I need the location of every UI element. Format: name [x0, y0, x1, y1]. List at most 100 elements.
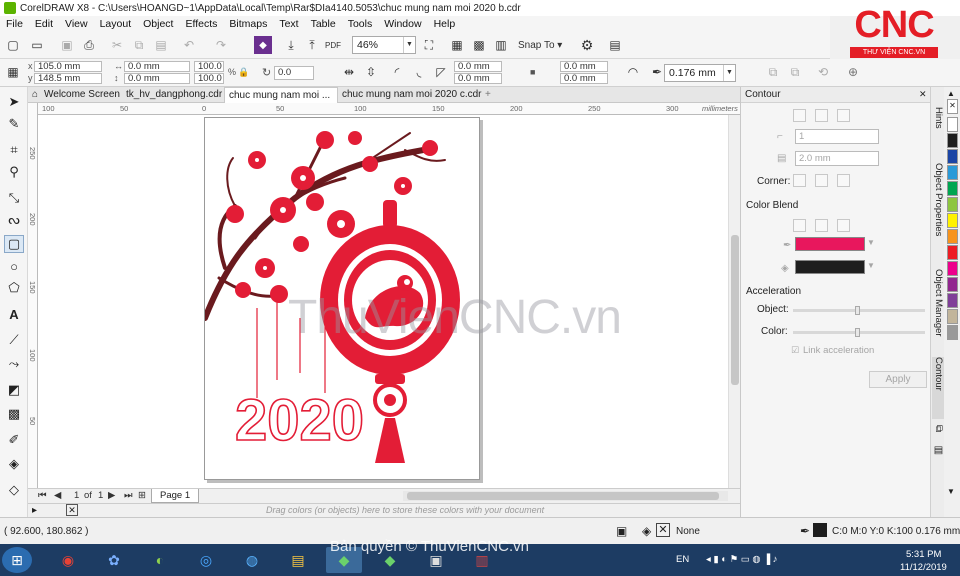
lock-ratio-icon[interactable]: 🔒: [238, 67, 249, 78]
redo-icon[interactable]: ↷: [212, 36, 230, 54]
undo-icon[interactable]: ↶: [180, 36, 198, 54]
palette-scroll-up-icon[interactable]: ▲: [947, 89, 955, 98]
copy-icon[interactable]: ⧉: [130, 36, 148, 54]
palette-swatch[interactable]: [947, 245, 958, 260]
palette-swatch[interactable]: [947, 277, 958, 292]
menu-table[interactable]: Table: [305, 18, 342, 30]
width-field[interactable]: 0.0 mm: [124, 61, 190, 72]
palette-swatch[interactable]: [947, 325, 958, 340]
mirror-horizontal-icon[interactable]: ⇹: [340, 63, 358, 81]
open-folder-icon[interactable]: ▭: [28, 36, 46, 54]
last-page-icon[interactable]: ⏭: [124, 490, 133, 501]
page-1-tab[interactable]: Page 1: [151, 489, 200, 503]
language-indicator[interactable]: EN: [676, 554, 689, 565]
rotation-angle-field[interactable]: 0.0: [274, 66, 314, 80]
lock-corners-icon[interactable]: ■: [530, 67, 535, 77]
palette-swatch[interactable]: [947, 213, 958, 228]
palette-swatch[interactable]: [947, 133, 958, 148]
chamfered-corner-icon[interactable]: ◸: [432, 63, 450, 81]
file-explorer-icon[interactable]: ▤: [280, 547, 316, 573]
add-page-icon[interactable]: ⊞: [138, 490, 146, 501]
scroll-thumb[interactable]: [407, 492, 719, 500]
scalloped-corner-icon[interactable]: ◟: [410, 63, 428, 81]
connector-tool-icon[interactable]: ⤳: [4, 355, 24, 373]
copy-icon[interactable]: ⧉: [932, 425, 944, 432]
menu-layout[interactable]: Layout: [94, 18, 138, 30]
eyedropper-tool-icon[interactable]: ✐: [4, 431, 24, 449]
tab-chuc-mung-nam-moi-c[interactable]: chuc mung nam moi 2020 c.cdr: [340, 87, 482, 103]
tab-contour[interactable]: Contour: [932, 357, 944, 419]
x-position-field[interactable]: 105.0 mm: [34, 61, 102, 72]
crop-tool-icon[interactable]: ⌗: [4, 141, 24, 159]
palette-scroll-down-icon[interactable]: ▼: [947, 487, 955, 496]
menu-bitmaps[interactable]: Bitmaps: [223, 18, 273, 30]
clockwise-blend-icon[interactable]: [815, 219, 828, 232]
chevron-down-icon[interactable]: ▼: [867, 261, 875, 270]
tab-object-manager[interactable]: Object Manager: [932, 269, 944, 337]
corner-radius-top-right-field[interactable]: 0.0 mm: [560, 61, 608, 72]
horizontal-ruler[interactable]: 100 50 0 50 100 150 200 250 300 millimet…: [38, 103, 740, 115]
shape-tool-icon[interactable]: ✎: [4, 115, 24, 133]
to-front-icon[interactable]: ⧉: [764, 63, 782, 81]
add-tab-icon[interactable]: +: [482, 87, 498, 103]
polygon-tool-icon[interactable]: ⬠: [4, 279, 24, 297]
cut-icon[interactable]: ✂: [108, 36, 126, 54]
export-icon[interactable]: ⤒: [303, 36, 321, 54]
inside-contour-icon[interactable]: [815, 109, 828, 122]
palette-swatch[interactable]: [947, 117, 958, 132]
import-icon[interactable]: ⤓: [282, 36, 300, 54]
close-icon[interactable]: ✕: [919, 89, 927, 100]
rectangle-tool-icon[interactable]: ▢: [4, 235, 24, 253]
corner-radius-top-left-field[interactable]: 0.0 mm: [454, 61, 502, 72]
fill-color-icon[interactable]: ▣: [616, 524, 627, 538]
tab-welcome-screen[interactable]: ⌂ Welcome Screen: [30, 87, 122, 103]
options-gear-icon[interactable]: ⚙: [578, 36, 596, 54]
scale-height-field[interactable]: 100.0: [194, 73, 224, 84]
palette-swatch[interactable]: [947, 309, 958, 324]
show-guidelines-icon[interactable]: ▥: [492, 36, 510, 54]
document-palette[interactable]: ▸ ✕ Drag colors (or objects) here to sto…: [28, 503, 740, 517]
full-screen-preview-icon[interactable]: ⛶: [420, 36, 438, 54]
slider-knob[interactable]: [855, 328, 860, 337]
zoom-level-combo[interactable]: 46% ▼: [352, 36, 416, 54]
current-page-number[interactable]: 1: [74, 490, 79, 501]
vertical-scrollbar[interactable]: [728, 115, 740, 488]
to-back-icon[interactable]: ⧉: [786, 63, 804, 81]
publish-pdf-icon[interactable]: PDF: [324, 36, 342, 54]
snap-to-button[interactable]: Snap To ▾: [518, 36, 568, 54]
bevel-corner-icon[interactable]: [837, 174, 850, 187]
chrome-icon[interactable]: ◉: [50, 547, 86, 573]
next-page-icon[interactable]: ▶: [108, 490, 115, 501]
clock-date[interactable]: 11/12/2019: [900, 562, 947, 573]
palette-swatch[interactable]: [947, 197, 958, 212]
zoom-tool-icon[interactable]: ⚲: [4, 163, 24, 181]
height-field[interactable]: 0.0 mm: [124, 73, 190, 84]
chevron-down-icon[interactable]: ▼: [867, 238, 875, 247]
menu-view[interactable]: View: [59, 18, 94, 30]
pick-tool-icon[interactable]: ➤: [4, 93, 24, 111]
app-icon[interactable]: ◐: [142, 547, 178, 573]
application-launcher-icon[interactable]: ▤: [606, 36, 624, 54]
transparency-tool-icon[interactable]: ▩: [4, 405, 24, 423]
menu-tools[interactable]: Tools: [342, 18, 379, 30]
tab-hints[interactable]: Hints: [932, 107, 944, 129]
clock-time[interactable]: 5:31 PM: [906, 549, 941, 560]
previous-page-icon[interactable]: ◀: [54, 490, 61, 501]
interactive-fill-tool-icon[interactable]: ◈: [4, 455, 24, 473]
first-page-icon[interactable]: ⏮: [38, 490, 47, 501]
contour-offset-field[interactable]: 2.0 mm: [795, 151, 879, 166]
y-position-field[interactable]: 148.5 mm: [34, 73, 102, 84]
menu-object[interactable]: Object: [137, 18, 179, 30]
linear-blend-icon[interactable]: [793, 219, 806, 232]
relative-corner-scaling-icon[interactable]: ◠: [624, 63, 642, 81]
outline-color-swatch[interactable]: [795, 237, 865, 251]
mirror-vertical-icon[interactable]: ⇳: [362, 63, 380, 81]
menu-help[interactable]: Help: [428, 18, 462, 30]
show-rulers-icon[interactable]: ▦: [448, 36, 466, 54]
palette-swatch[interactable]: [947, 165, 958, 180]
round-corner-icon[interactable]: ◜: [388, 63, 406, 81]
outline-width-combo[interactable]: 0.176 mm ▼: [664, 64, 736, 82]
vertical-ruler[interactable]: 250 200 150 100 50: [28, 103, 38, 488]
apply-button[interactable]: Apply: [869, 371, 927, 388]
no-color-swatch[interactable]: ✕: [66, 504, 78, 516]
